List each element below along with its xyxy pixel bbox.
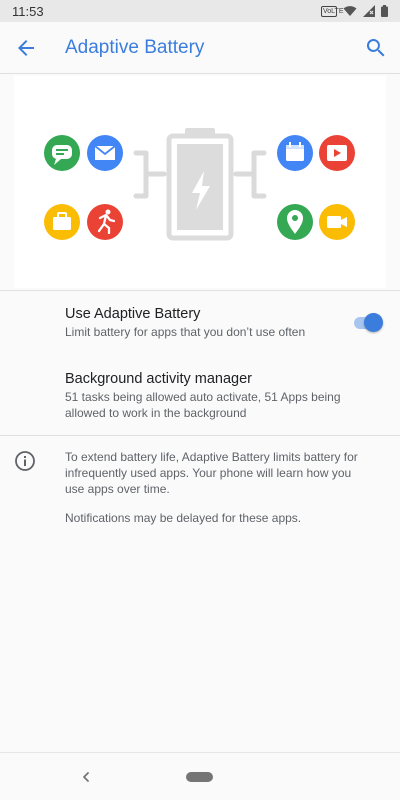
background-manager-title: Background activity manager [65, 371, 252, 387]
footer-text-line2: infrequently used apps. Your phone will … [65, 466, 352, 480]
maps-icon [277, 204, 313, 240]
footer-text-line1: To extend battery life, Adaptive Battery… [65, 450, 358, 464]
volte-icon: VoLTE [321, 5, 344, 17]
back-button[interactable] [14, 36, 38, 60]
info-icon [14, 450, 36, 472]
section-divider [0, 290, 400, 291]
background-manager-summary-line1: 51 tasks being allowed auto activate, 51… [65, 390, 341, 404]
wifi-icon [343, 6, 357, 16]
status-icons: VoLTE [321, 5, 388, 17]
app-bar: Adaptive Battery [0, 22, 400, 74]
adaptive-battery-title: Use Adaptive Battery [65, 306, 201, 322]
background-manager-summary-line2: allowed to work in the background [65, 406, 247, 420]
arrow-back-icon [18, 40, 34, 56]
video-icon [319, 135, 355, 171]
fitness-icon [87, 204, 123, 240]
home-pill-icon[interactable] [186, 772, 213, 782]
toggle-thumb [364, 313, 383, 332]
section-divider [0, 435, 400, 436]
status-time: 11:53 [12, 3, 44, 19]
battery-icon [381, 5, 388, 17]
adaptive-battery-illustration [14, 76, 386, 288]
calendar-icon [277, 135, 313, 171]
briefcase-icon [44, 204, 80, 240]
footer-note: Notifications may be delayed for these a… [65, 511, 302, 525]
adaptive-battery-toggle[interactable] [352, 312, 384, 332]
nav-back-icon [83, 772, 89, 782]
page-title: Adaptive Battery [65, 37, 205, 58]
email-icon [87, 135, 123, 171]
adaptive-battery-summary: Limit battery for apps that you don’t us… [65, 325, 306, 339]
signal-icon [363, 5, 375, 17]
nav-back-button[interactable] [78, 769, 94, 785]
battery-charging-icon [166, 128, 234, 241]
messages-icon [44, 135, 80, 171]
footer-text-line3: use apps over time. [65, 482, 170, 496]
navigation-bar [0, 752, 400, 800]
search-icon [366, 39, 385, 57]
search-button[interactable] [364, 36, 388, 60]
camera-icon [319, 204, 355, 240]
status-bar: 11:53 VoLTE [0, 0, 400, 22]
